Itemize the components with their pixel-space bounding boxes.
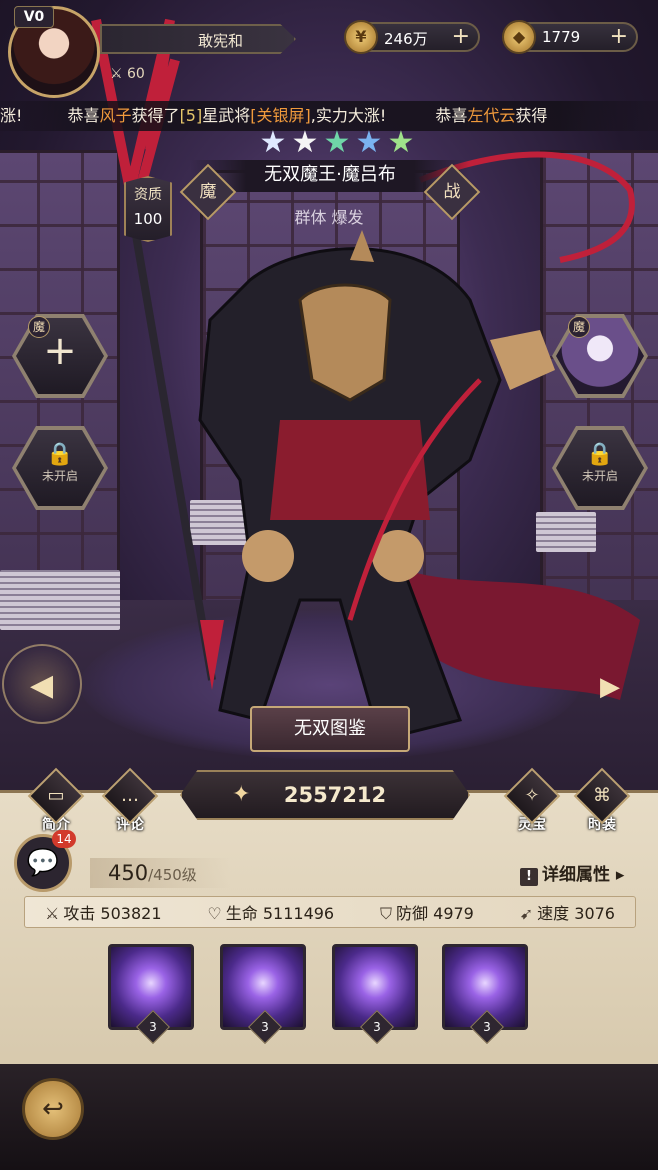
locked-label: 未开启 xyxy=(581,469,618,483)
faction-slot-badge: 魔 xyxy=(568,316,590,338)
intro-button[interactable]: ▭ 简介 xyxy=(27,767,85,836)
comment-button[interactable]: … 评论 xyxy=(101,767,159,836)
ingot-currency: ◆ 1779 + xyxy=(502,20,638,54)
player-name-bar[interactable]: 敢宪和 xyxy=(100,24,296,54)
heart-icon: ♡ xyxy=(207,904,222,923)
stat-speed-value: 速度 3076 xyxy=(537,904,615,923)
ingot-value: 1779 xyxy=(542,28,581,46)
star-icon: ★ xyxy=(291,125,319,160)
skill-level: 3 xyxy=(149,1020,157,1034)
skill-slot[interactable]: 3 xyxy=(332,944,418,1044)
ticker-text: 恭喜 xyxy=(435,106,468,125)
skill-level: 3 xyxy=(483,1020,491,1034)
ingot-icon: ◆ xyxy=(502,20,536,54)
coin-value: 246万 xyxy=(384,30,428,48)
skill-slot[interactable]: 3 xyxy=(220,944,306,1044)
chat-icon: 💬 xyxy=(26,848,60,878)
hero-name: 无双魔王·魔吕布 xyxy=(264,164,396,185)
ticker-text: 获得 xyxy=(515,106,548,125)
stat-defense-value: 防御 4979 xyxy=(396,904,474,923)
add-coin-button[interactable]: + xyxy=(452,24,470,49)
ticker-player-name: 左代云 xyxy=(467,106,516,125)
lock-icon: 🔒 xyxy=(586,442,614,467)
outfit-icon: ⌘ xyxy=(593,785,611,806)
speech-bubble-icon: … xyxy=(121,785,139,806)
hero-type: 群体 爆发 xyxy=(294,208,364,227)
player-power-value: 60 xyxy=(127,66,145,82)
power-bar: 2557212 xyxy=(180,770,470,820)
quality-label: 资质 xyxy=(134,187,162,203)
coin-currency: ¥ 246万 + xyxy=(344,20,480,54)
skills-row: 3 3 3 3 xyxy=(108,944,528,1044)
add-ingot-button[interactable]: + xyxy=(610,24,628,49)
locked-label: 未开启 xyxy=(41,469,78,483)
quality-badge: 资质 100 xyxy=(124,176,172,242)
stat-hp-value: 生命 5111496 xyxy=(225,904,335,923)
stats-bar: ⚔ 攻击 503821 ♡ 生命 5111496 ⛉ 防御 4979 ➹ 速度 3076 xyxy=(24,896,636,928)
next-hero-arrow-icon[interactable]: ▶ xyxy=(600,672,620,702)
power-value: 2557212 xyxy=(283,783,387,807)
ticker-text: 星武将 xyxy=(202,106,251,125)
star-icon: ★ xyxy=(387,125,415,160)
ticker-hero-name: [关银屏] xyxy=(250,106,311,125)
chat-unread-badge: 14 xyxy=(52,830,76,848)
star-icon: ★ xyxy=(355,125,383,160)
player-name: 敢宪和 xyxy=(198,32,244,50)
skill-slot[interactable]: 3 xyxy=(442,944,528,1044)
codex-button[interactable]: 无双图鉴 xyxy=(250,706,410,752)
level-current: 450 xyxy=(108,861,149,885)
ticker-prefix: 涨! xyxy=(0,106,23,125)
player-power-partial: ⚔ 60 xyxy=(110,66,145,82)
stat-speed: ➹ 速度 3076 xyxy=(520,900,615,924)
stat-defense: ⛉ 防御 4979 xyxy=(380,900,474,924)
treasure-icon: ✧ xyxy=(524,785,540,806)
top-bar: 敢宪和 V0 ⚔ 60 ¥ 246万 + ◆ 1779 + xyxy=(0,0,658,100)
attack-icon: ⚔ xyxy=(45,904,60,923)
hero-star-rating: ★ ★ ★ ★ ★ xyxy=(258,128,418,158)
level-display: 450/450级 xyxy=(90,858,230,888)
detail-label: 详细属性 xyxy=(542,865,610,885)
ticker-star: [5] xyxy=(179,106,203,125)
bottom-bar xyxy=(0,1064,658,1170)
star-icon: ★ xyxy=(259,125,287,160)
back-arrow-icon: ↩ xyxy=(42,1094,64,1124)
power-icon: ✦ xyxy=(232,782,251,807)
ticker-text: 获得了 xyxy=(131,106,180,125)
ticker-player-name: 风子 xyxy=(99,106,132,125)
stat-hp: ♡ 生命 5111496 xyxy=(207,900,334,924)
star-icon: ★ xyxy=(323,125,351,160)
lock-icon: 🔒 xyxy=(46,442,74,467)
info-icon: ! xyxy=(520,868,538,886)
skill-slot[interactable]: 3 xyxy=(108,944,194,1044)
ticker-text: ,实力大涨! xyxy=(310,106,387,125)
detail-attributes-button[interactable]: ! 详细属性 ▸ xyxy=(520,860,624,886)
shield-icon: ⛉ xyxy=(380,904,393,923)
skill-level: 3 xyxy=(373,1020,381,1034)
vip-badge[interactable]: V0 xyxy=(14,6,54,28)
prev-hero-arrow-icon[interactable]: ◀ xyxy=(30,668,53,703)
ticker-text: 恭喜 xyxy=(67,106,100,125)
fashion-button[interactable]: ⌘ 时装 xyxy=(573,767,631,836)
stat-attack-value: 攻击 503821 xyxy=(63,904,162,923)
quality-value: 100 xyxy=(133,210,163,228)
faction-slot-badge: 魔 xyxy=(28,316,50,338)
treasure-button[interactable]: ✧ 灵宝 xyxy=(503,767,561,836)
coin-icon: ¥ xyxy=(344,20,378,54)
back-button[interactable]: ↩ xyxy=(22,1078,84,1140)
stat-attack: ⚔ 攻击 503821 xyxy=(45,900,162,924)
book-icon: ▭ xyxy=(47,785,65,806)
level-max: /450级 xyxy=(148,866,197,884)
skill-level: 3 xyxy=(261,1020,269,1034)
boot-icon: ➹ xyxy=(519,904,534,923)
plus-icon: + xyxy=(43,328,77,374)
